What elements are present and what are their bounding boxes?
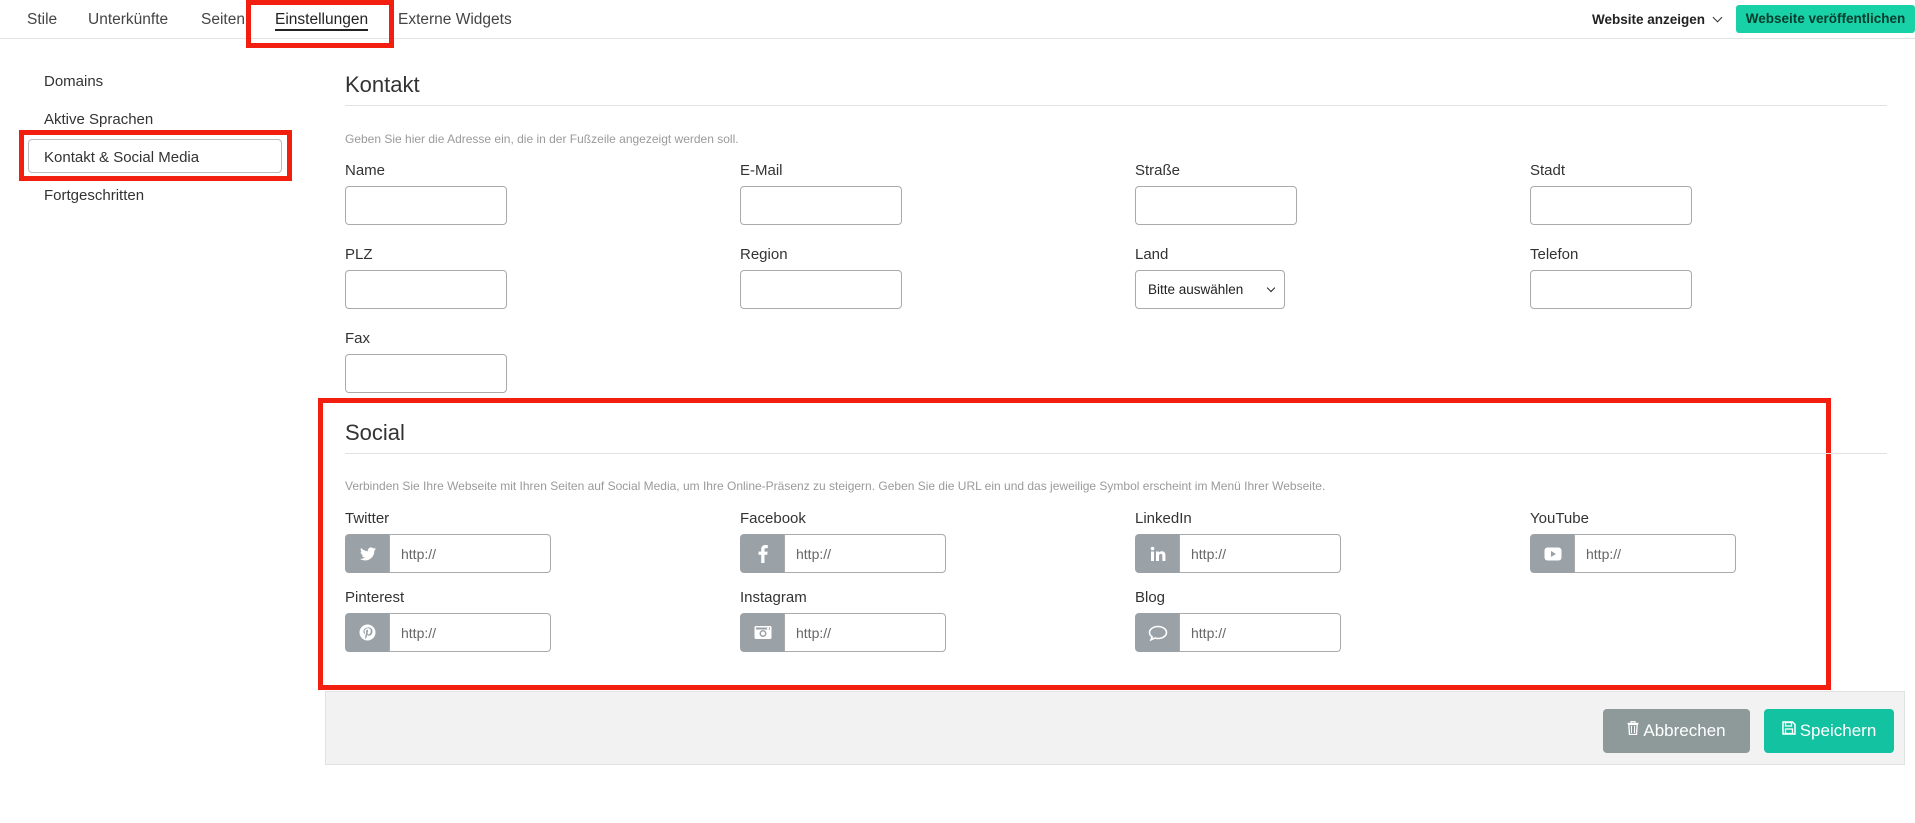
facebook-icon <box>740 534 785 573</box>
sidebar-item-fortgeschritten[interactable]: Fortgeschritten <box>44 187 144 204</box>
pinterest-label: Pinterest <box>345 589 405 606</box>
top-navigation: Stile Unterkünfte Seiten Einstellungen E… <box>0 0 1915 39</box>
youtube-url-input[interactable] <box>1574 534 1736 573</box>
phone-label: Telefon <box>1530 246 1579 263</box>
twitter-icon <box>345 534 390 573</box>
tab-einstellungen[interactable]: Einstellungen <box>275 0 369 39</box>
website-show-label: Website anzeigen <box>1592 12 1706 27</box>
name-input[interactable] <box>345 186 507 225</box>
tab-stile[interactable]: Stile <box>27 0 57 39</box>
contact-hint: Geben Sie hier die Adresse ein, die in d… <box>345 132 739 146</box>
linkedin-label: LinkedIn <box>1135 510 1192 527</box>
fax-input[interactable] <box>345 354 507 393</box>
publish-website-button[interactable]: Webseite veröffentlichen <box>1736 5 1915 33</box>
facebook-url-input[interactable] <box>784 534 946 573</box>
instagram-url-input[interactable] <box>784 613 946 652</box>
pinterest-field-group <box>345 613 551 652</box>
zip-input[interactable] <box>345 270 507 309</box>
twitter-field-group <box>345 534 551 573</box>
twitter-url-input[interactable] <box>389 534 551 573</box>
blog-label: Blog <box>1135 589 1166 606</box>
country-select[interactable]: Bitte auswählen <box>1135 270 1285 309</box>
tab-seiten[interactable]: Seiten <box>201 0 245 39</box>
name-label: Name <box>345 162 386 179</box>
sidebar-item-domains[interactable]: Domains <box>44 73 103 90</box>
save-button[interactable]: Speichern <box>1764 709 1894 753</box>
pinterest-icon <box>345 613 390 652</box>
pinterest-url-input[interactable] <box>389 613 551 652</box>
email-label: E-Mail <box>740 162 783 179</box>
email-input[interactable] <box>740 186 902 225</box>
chevron-down-icon <box>1266 283 1276 293</box>
floppy-disk-icon <box>1781 708 1796 752</box>
trash-icon <box>1627 708 1639 752</box>
linkedin-icon <box>1135 534 1180 573</box>
social-hint: Verbinden Sie Ihre Webseite mit Ihren Se… <box>345 479 1326 493</box>
divider <box>345 453 1887 454</box>
street-label: Straße <box>1135 162 1181 179</box>
country-select-value: Bitte auswählen <box>1148 282 1244 297</box>
city-label: Stadt <box>1530 162 1566 179</box>
facebook-label: Facebook <box>740 510 806 527</box>
tab-externe-widgets[interactable]: Externe Widgets <box>398 0 512 39</box>
youtube-label: YouTube <box>1530 510 1589 527</box>
tab-unterkuenfte[interactable]: Unterkünfte <box>88 0 168 39</box>
cancel-button-label: Abbrechen <box>1643 721 1726 740</box>
twitter-label: Twitter <box>345 510 390 527</box>
linkedin-field-group <box>1135 534 1341 573</box>
youtube-field-group <box>1530 534 1736 573</box>
sidebar-item-kontakt-social-media[interactable]: Kontakt & Social Media <box>44 149 199 166</box>
instagram-label: Instagram <box>740 589 807 606</box>
website-show-dropdown[interactable]: Website anzeigen <box>1592 0 1723 39</box>
cancel-button[interactable]: Abbrechen <box>1603 709 1750 753</box>
divider <box>345 105 1887 106</box>
chevron-down-icon <box>1712 12 1723 23</box>
linkedin-url-input[interactable] <box>1179 534 1341 573</box>
blog-field-group <box>1135 613 1341 652</box>
city-input[interactable] <box>1530 186 1692 225</box>
blog-url-input[interactable] <box>1179 613 1341 652</box>
facebook-field-group <box>740 534 946 573</box>
speech-bubble-icon <box>1135 613 1180 652</box>
youtube-icon <box>1530 534 1575 573</box>
fax-label: Fax <box>345 330 371 347</box>
region-label: Region <box>740 246 788 263</box>
street-input[interactable] <box>1135 186 1297 225</box>
zip-label: PLZ <box>345 246 373 263</box>
country-label: Land <box>1135 246 1169 263</box>
region-input[interactable] <box>740 270 902 309</box>
instagram-field-group <box>740 613 946 652</box>
section-title-social: Social <box>345 420 405 445</box>
section-title-kontakt: Kontakt <box>345 72 420 97</box>
sidebar-item-aktive-sprachen[interactable]: Aktive Sprachen <box>44 111 153 128</box>
save-button-label: Speichern <box>1799 721 1877 740</box>
phone-input[interactable] <box>1530 270 1692 309</box>
instagram-icon <box>740 613 785 652</box>
